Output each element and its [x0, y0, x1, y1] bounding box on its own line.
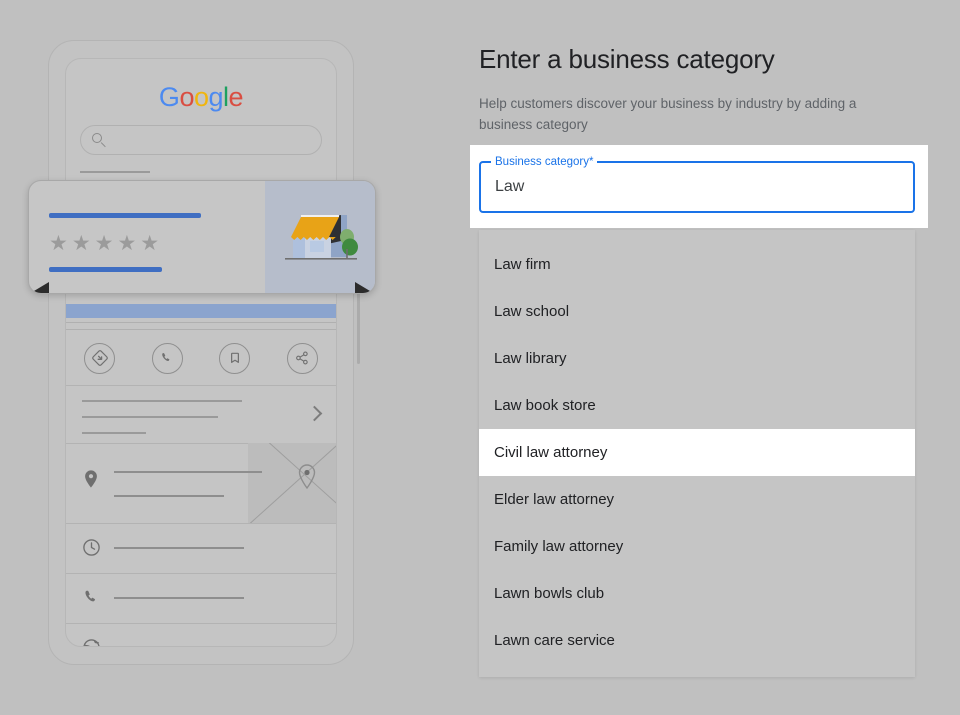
storefront-illustration: [277, 207, 363, 269]
globe-icon: [82, 638, 102, 646]
dropdown-item-elder-law-attorney[interactable]: Elder law attorney: [479, 476, 915, 523]
phone-screen: Google: [65, 58, 337, 647]
dropdown-item-law-firm[interactable]: Law firm: [479, 241, 915, 288]
preview-accent-band: [66, 304, 336, 318]
dropdown-item-civil-law-attorney[interactable]: Civil law attorney: [479, 429, 915, 476]
info-row-hours[interactable]: [66, 523, 336, 573]
business-category-bar: [49, 267, 162, 272]
google-logo-letter-4: g: [208, 82, 224, 112]
preview-detail-block[interactable]: [66, 386, 336, 443]
phone-scrollbar[interactable]: [357, 284, 360, 364]
business-category-value: Law: [495, 178, 525, 195]
phone-search-input[interactable]: [80, 125, 322, 155]
business-category-input[interactable]: Business category* Law: [479, 155, 915, 213]
business-category-form: Enter a business category Help customers…: [470, 42, 929, 677]
dropdown-item-lawn-bowls-club[interactable]: Lawn bowls club: [479, 570, 915, 617]
info-row-address[interactable]: [66, 443, 336, 523]
phone-icon: [82, 588, 102, 608]
placeholder-line: [114, 471, 262, 473]
dropdown-item-law-book-store[interactable]: Law book store: [479, 382, 915, 429]
share-icon[interactable]: [286, 342, 318, 374]
google-logo-letter-1: G: [158, 82, 180, 112]
google-logo-letter-6: e: [228, 82, 244, 112]
business-category-dropdown: Law firm Law school Law library Law book…: [479, 230, 915, 677]
location-pin-icon: [82, 469, 102, 489]
page-subtitle: Help customers discover your business by…: [479, 96, 857, 132]
dropdown-item-family-law-attorney[interactable]: Family law attorney: [479, 523, 915, 570]
chevron-right-icon: [306, 405, 323, 422]
card-fold-shadow-left: [29, 282, 49, 293]
business-card-content: ★★★★★: [29, 181, 265, 293]
rating-stars: ★★★★★: [49, 232, 164, 255]
page-title: Enter a business category: [479, 44, 775, 74]
placeholder-line: [114, 547, 244, 549]
google-logo: Google: [66, 84, 336, 111]
business-name-bar: [49, 213, 201, 218]
placeholder-line: [82, 432, 146, 434]
placeholder-line: [82, 400, 242, 402]
map-thumbnail[interactable]: [248, 443, 336, 523]
card-fold-shadow-right: [355, 282, 375, 293]
save-bookmark-icon[interactable]: [219, 342, 251, 374]
divider: [66, 322, 336, 323]
dropdown-item-law-library[interactable]: Law library: [479, 335, 915, 382]
placeholder-line: [114, 597, 244, 599]
divider: [66, 329, 336, 330]
phone-preview-mockup: Google: [48, 40, 354, 665]
business-listing-card: ★★★★★: [28, 180, 376, 294]
call-icon[interactable]: [151, 342, 183, 374]
dropdown-item-lawn-care-service[interactable]: Lawn care service: [479, 617, 915, 664]
action-icon-row: [66, 331, 336, 385]
map-marker-icon: [296, 463, 318, 491]
clock-icon: [82, 538, 102, 558]
placeholder-line: [80, 171, 150, 173]
google-logo-letter-2: o: [179, 82, 194, 112]
business-category-label: Business category*: [491, 155, 598, 169]
business-card-image: [265, 181, 375, 293]
google-logo-letter-3: o: [193, 82, 209, 112]
info-row-website[interactable]: [66, 623, 336, 646]
placeholder-line: [82, 416, 218, 418]
dropdown-item-law-school[interactable]: Law school: [479, 288, 915, 335]
placeholder-line: [114, 495, 224, 497]
directions-icon[interactable]: [84, 342, 116, 374]
search-icon: [92, 133, 107, 148]
info-row-phone[interactable]: [66, 573, 336, 623]
